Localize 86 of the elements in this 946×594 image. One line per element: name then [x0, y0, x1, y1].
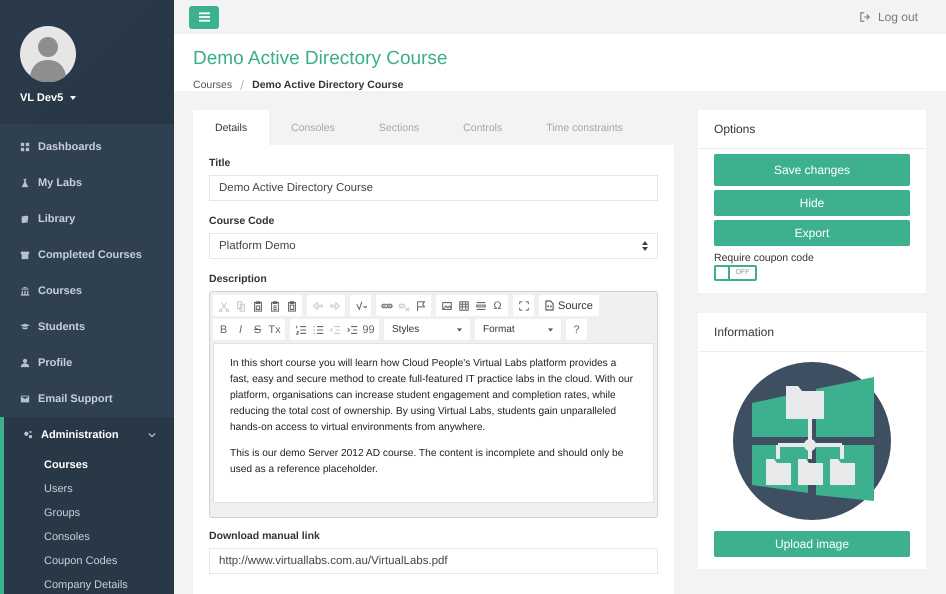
breadcrumb-item: Demo Active Directory Course [252, 79, 404, 91]
tab[interactable]: Details [193, 110, 270, 145]
submenu-item[interactable]: Groups [44, 501, 174, 525]
information-title: Information [698, 313, 926, 352]
nav-label: Library [38, 213, 76, 225]
field-label: Title [209, 157, 232, 169]
paste-word-icon [286, 300, 298, 312]
caret-icon [70, 96, 76, 100]
redo-icon [328, 300, 340, 312]
menu-toggle-button[interactable] [189, 6, 219, 28]
page-title: Demo Active Directory Course [193, 48, 448, 70]
toolbar-button[interactable]: 99 [360, 319, 377, 340]
toolbar-button[interactable]: ? [568, 319, 585, 340]
field-label: Course Code [209, 215, 276, 227]
table-icon [458, 300, 470, 312]
toolbar-button[interactable]: I [232, 319, 249, 340]
description-paragraph: This is our demo Server 2012 AD course. The content is incomplete and should only be used as a reference placeholder. [230, 447, 624, 477]
nav-item[interactable]: Library [0, 201, 174, 237]
outdent-icon [328, 324, 340, 336]
paste-text-icon [268, 300, 280, 312]
bank-icon [20, 286, 30, 296]
grid-icon [20, 142, 30, 152]
toolbar-button[interactable]: S [249, 319, 266, 340]
nav-label: Courses [38, 285, 82, 297]
indent-icon [346, 324, 358, 336]
caret-icon [548, 328, 553, 332]
field-label: Description [209, 273, 268, 285]
toolbar-button[interactable]: B [215, 319, 232, 340]
numbered-list-icon [294, 324, 306, 336]
graduation-cap-icon [20, 322, 30, 332]
logout-link[interactable]: Log out [860, 10, 918, 24]
menu-icon [198, 12, 210, 22]
user-icon [20, 358, 30, 368]
flag-icon [414, 300, 426, 312]
submenu-item[interactable]: Users [44, 477, 174, 501]
options-title: Options [698, 110, 926, 149]
nav-item[interactable]: Email Support [0, 381, 174, 417]
flask-icon [20, 178, 30, 188]
breadcrumb-separator-icon [240, 80, 244, 90]
undo-icon [312, 300, 324, 312]
nav-item[interactable]: My Labs [0, 165, 174, 201]
breadcrumb-item[interactable]: Courses [193, 79, 232, 91]
sort-arrows-icon [642, 241, 648, 251]
course-code-select[interactable]: Platform Demo [209, 233, 658, 259]
envelope-icon [20, 394, 30, 404]
paste-icon [252, 300, 264, 312]
submenu-item[interactable]: Courses [44, 453, 174, 477]
submenu-item[interactable]: Consoles [44, 525, 174, 549]
submenu-item[interactable]: Coupon Codes [44, 549, 174, 573]
nav-label: Administration [41, 429, 119, 441]
nav-item[interactable]: Students [0, 309, 174, 345]
source-button[interactable]: Source [541, 295, 597, 316]
nav-label: Students [38, 321, 86, 333]
caret-icon [457, 328, 462, 332]
nav-item[interactable]: Completed Courses [0, 237, 174, 273]
maximize-icon [518, 300, 530, 312]
title-input-field[interactable]: Demo Active Directory Course [209, 175, 658, 201]
nav-label: Dashboards [38, 141, 102, 153]
nav-item[interactable]: Courses [0, 273, 174, 309]
nav-label: Email Support [38, 393, 113, 405]
nav-item[interactable]: Profile [0, 345, 174, 381]
field-label: Download manual link [209, 530, 321, 542]
cut-icon [218, 300, 230, 312]
nav-label: Completed Courses [38, 249, 142, 261]
submenu-item[interactable]: Company Details [44, 573, 174, 594]
toolbar-dropdown[interactable]: Format [477, 319, 559, 340]
user-menu[interactable]: VL Dev5 [20, 92, 76, 104]
nav-label: My Labs [38, 177, 82, 189]
spellcheck-icon [354, 300, 366, 312]
coupon-label: Require coupon code [714, 252, 815, 264]
nav-label: Profile [38, 357, 72, 369]
horizontal-line-icon [474, 300, 486, 312]
bulleted-list-icon [312, 324, 324, 336]
sign-out-icon [860, 12, 870, 22]
avatar-icon [20, 26, 76, 82]
nav-item[interactable]: Administration [0, 417, 174, 453]
toolbar-dropdown[interactable]: Styles [386, 319, 468, 340]
image-icon [440, 300, 452, 312]
copy-icon [234, 300, 246, 312]
archive-icon [20, 250, 30, 260]
description-paragraph: In this short course you will learn how Cloud People's Virtual Labs platform provides a fast, easy and secure method to create full-featured IT practice labs in the cloud. With our platform, organisations can increase student engagement and completion rates, while reducing the total cost of ownership. By using Virtual Labs, students gain unparalleled hands-on access to virtual environments from anywhere. [230, 357, 634, 435]
nav-item[interactable]: Dashboards [0, 129, 174, 165]
toolbar-button[interactable]: Ω [489, 295, 506, 316]
toolbar-button[interactable]: Tx [266, 319, 283, 340]
download-link-input-field[interactable]: http://www.virtuallabs.com.au/VirtualLabs.pdf [209, 548, 658, 574]
document-icon [545, 300, 554, 311]
